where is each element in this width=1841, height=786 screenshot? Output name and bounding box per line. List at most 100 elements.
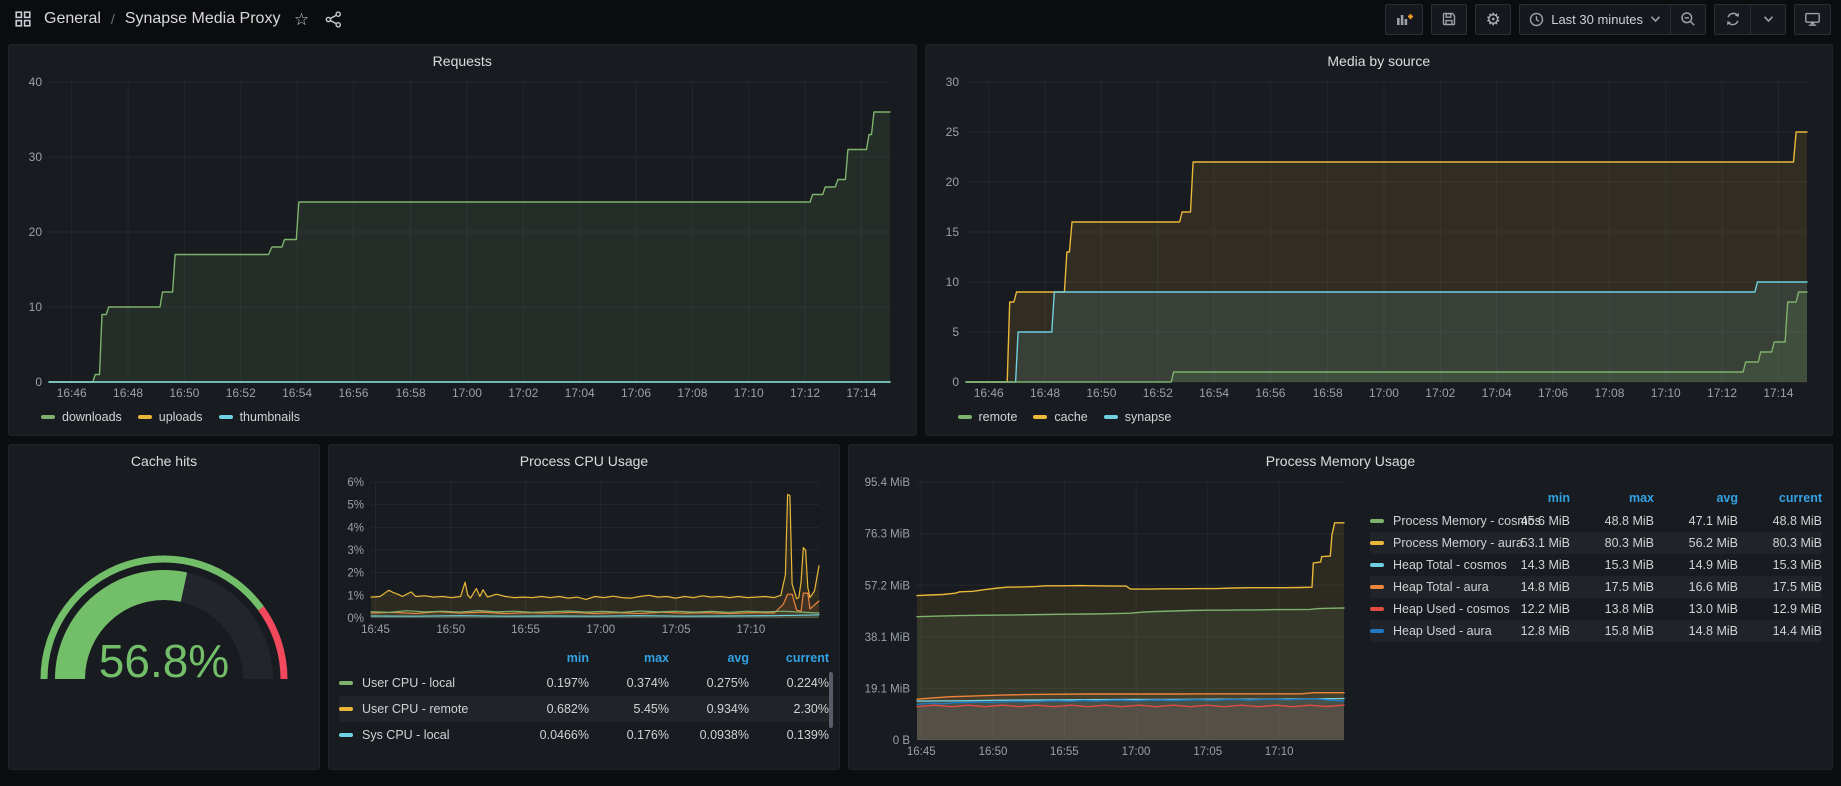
panel-title[interactable]: Process CPU Usage: [339, 450, 829, 472]
svg-text:16:50: 16:50: [1086, 386, 1116, 400]
chevron-down-icon: [1763, 15, 1774, 23]
legend-value: 15.3 MiB: [1738, 558, 1822, 572]
legend-value: 48.8 MiB: [1738, 514, 1822, 528]
legend-column-header[interactable]: current: [749, 651, 829, 665]
svg-text:16:45: 16:45: [361, 624, 390, 636]
svg-text:17:05: 17:05: [662, 624, 691, 636]
cache-hits-gauge: 56.8%: [19, 472, 309, 762]
zoom-out-button[interactable]: [1670, 4, 1706, 35]
save-dashboard-button[interactable]: [1431, 4, 1467, 35]
memory-chart[interactable]: 16:4516:5016:5517:0017:0517:100 B19.1 Mi…: [859, 472, 1356, 762]
star-icon[interactable]: ☆: [290, 8, 312, 30]
svg-text:20: 20: [29, 225, 43, 239]
svg-text:16:56: 16:56: [338, 386, 368, 400]
legend-column-header[interactable]: min: [509, 651, 589, 665]
svg-text:17:10: 17:10: [1265, 746, 1294, 758]
panel-title[interactable]: Requests: [19, 50, 906, 72]
panel-process-memory-usage: Process Memory Usage 16:4516:5016:5517:0…: [848, 444, 1833, 770]
dashboard-grid: Requests 16:4616:4816:5016:5216:5416:561…: [0, 38, 1841, 778]
dashboard-settings-button[interactable]: ⚙: [1475, 4, 1511, 35]
refresh-button[interactable]: [1714, 4, 1750, 35]
legend-item[interactable]: downloads: [41, 410, 122, 424]
svg-text:17:05: 17:05: [1193, 746, 1222, 758]
legend-row[interactable]: User CPU - remote0.682%5.45%0.934%2.30%: [339, 696, 829, 722]
series-swatch: [1370, 541, 1384, 545]
legend-row[interactable]: Sys CPU - local0.0466%0.176%0.0938%0.139…: [339, 722, 829, 748]
legend-row[interactable]: Process Memory - cosmos45.6 MiB48.8 MiB4…: [1370, 510, 1822, 532]
breadcrumb-separator: /: [111, 11, 115, 27]
legend-row[interactable]: User CPU - local0.197%0.374%0.275%0.224%: [339, 670, 829, 696]
legend-row[interactable]: Process Memory - aura53.1 MiB80.3 MiB56.…: [1370, 532, 1822, 554]
time-picker-button[interactable]: Last 30 minutes: [1519, 4, 1670, 35]
legend-row[interactable]: Heap Used - aura12.8 MiB15.8 MiB14.8 MiB…: [1370, 620, 1822, 642]
legend-value: 5.45%: [589, 702, 669, 716]
svg-text:16:50: 16:50: [979, 746, 1008, 758]
legend-value: 2.30%: [749, 702, 829, 716]
svg-text:16:55: 16:55: [1050, 746, 1079, 758]
navbar: General / Synapse Media Proxy ☆: [0, 0, 1841, 38]
add-panel-button[interactable]: [1385, 4, 1423, 35]
magnifier-minus-icon: [1680, 11, 1696, 27]
panel-cache-hits: Cache hits 56.8%: [8, 444, 320, 770]
svg-text:20: 20: [945, 175, 959, 189]
refresh-icon: [1725, 11, 1741, 27]
svg-text:17:00: 17:00: [1122, 746, 1151, 758]
series-label: Heap Used - aura: [1393, 624, 1492, 638]
legend-column-header[interactable]: avg: [669, 651, 749, 665]
panel-title[interactable]: Process Memory Usage: [859, 450, 1822, 472]
legend-item[interactable]: synapse: [1104, 410, 1172, 424]
legend-column-header[interactable]: max: [589, 651, 669, 665]
plus-badge: [1408, 14, 1413, 19]
breadcrumb-dashboard-title[interactable]: Synapse Media Proxy: [125, 10, 281, 28]
cpu-chart[interactable]: 16:4516:5016:5517:0017:0517:100%1%2%3%4%…: [339, 472, 829, 640]
refresh-interval-button[interactable]: [1750, 4, 1786, 35]
series-swatch: [339, 681, 353, 685]
legend-column-header[interactable]: current: [1738, 491, 1822, 505]
svg-text:16:50: 16:50: [169, 386, 199, 400]
svg-text:16:58: 16:58: [1312, 386, 1342, 400]
legend-value: 47.1 MiB: [1654, 514, 1738, 528]
svg-text:17:06: 17:06: [621, 386, 651, 400]
legend-scrollbar[interactable]: [829, 672, 833, 728]
svg-text:5%: 5%: [347, 500, 364, 512]
legend-column-header[interactable]: avg: [1654, 491, 1738, 505]
legend-item[interactable]: cache: [1033, 410, 1087, 424]
legend-row[interactable]: Heap Used - cosmos12.2 MiB13.8 MiB13.0 M…: [1370, 598, 1822, 620]
panel-title[interactable]: Cache hits: [19, 450, 309, 472]
svg-text:25: 25: [945, 125, 959, 139]
legend-item[interactable]: thumbnails: [219, 410, 300, 424]
legend-value: 56.2 MiB: [1654, 536, 1738, 550]
legend-value: 16.6 MiB: [1654, 580, 1738, 594]
legend-column-header[interactable]: min: [1486, 491, 1570, 505]
tv-icon: [1804, 11, 1821, 27]
svg-text:76.3 MiB: 76.3 MiB: [865, 529, 911, 541]
svg-text:16:50: 16:50: [436, 624, 465, 636]
dashboards-grid-icon[interactable]: [12, 8, 34, 30]
svg-text:5: 5: [952, 325, 959, 339]
legend-item[interactable]: remote: [958, 410, 1018, 424]
svg-text:16:54: 16:54: [282, 386, 312, 400]
legend-item[interactable]: uploads: [138, 410, 203, 424]
svg-text:95.4 MiB: 95.4 MiB: [865, 477, 911, 489]
legend-column-header[interactable]: max: [1570, 491, 1654, 505]
share-icon[interactable]: [322, 8, 344, 30]
legend-table-header: minmaxavgcurrent: [339, 646, 829, 670]
media-by-source-chart[interactable]: 16:4616:4816:5016:5216:5416:5616:5817:00…: [936, 72, 1823, 406]
legend-row[interactable]: Heap Total - aura14.8 MiB17.5 MiB16.6 Mi…: [1370, 576, 1822, 598]
breadcrumb-folder[interactable]: General: [44, 10, 101, 28]
series-swatch: [958, 415, 972, 419]
svg-text:17:14: 17:14: [1763, 386, 1793, 400]
legend-row[interactable]: Heap Total - cosmos14.3 MiB15.3 MiB14.9 …: [1370, 554, 1822, 576]
svg-text:0%: 0%: [347, 613, 364, 625]
cycle-view-mode-button[interactable]: [1794, 4, 1831, 35]
legend-table-header: minmaxavgcurrent: [1370, 486, 1822, 510]
legend-value: 14.4 MiB: [1738, 624, 1822, 638]
grafana-dashboard: General / Synapse Media Proxy ☆: [0, 0, 1841, 778]
svg-text:16:55: 16:55: [511, 624, 540, 636]
clock-icon: [1529, 12, 1544, 27]
svg-text:17:02: 17:02: [1425, 386, 1455, 400]
panel-title[interactable]: Media by source: [936, 50, 1823, 72]
svg-text:10: 10: [29, 300, 43, 314]
legend-value: 17.5 MiB: [1738, 580, 1822, 594]
requests-chart[interactable]: 16:4616:4816:5016:5216:5416:5616:5817:00…: [19, 72, 906, 406]
